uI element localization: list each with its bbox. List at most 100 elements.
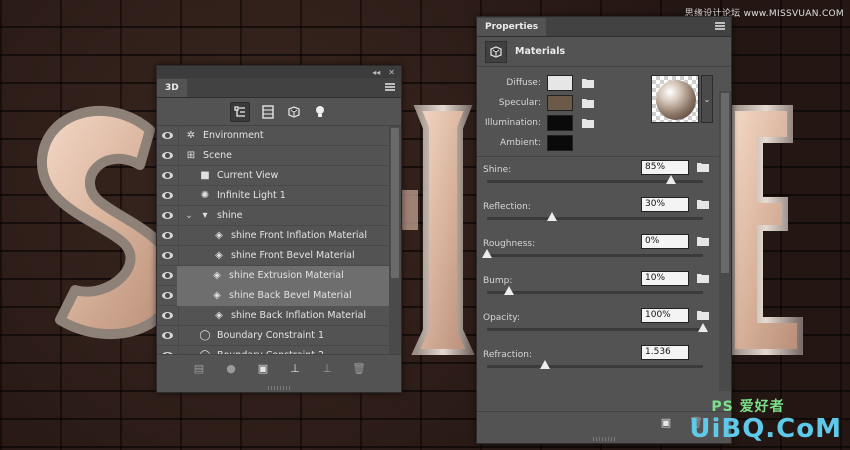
close-panel-icon[interactable]: ✕ xyxy=(388,68,395,77)
property-value-input[interactable]: 10% xyxy=(641,271,689,286)
folder-icon[interactable] xyxy=(582,77,596,89)
scene-tree-item[interactable]: ◈ shine Front Bevel Material xyxy=(179,246,401,266)
slider-track[interactable] xyxy=(487,365,703,368)
slider-track[interactable] xyxy=(487,254,703,257)
folder-icon[interactable] xyxy=(697,199,709,212)
environment-icon: ✲ xyxy=(186,130,196,141)
properties-menu-icon[interactable] xyxy=(715,22,725,30)
scene-tree-item[interactable]: ✲ Environment xyxy=(179,126,401,146)
light-filter-icon[interactable] xyxy=(312,104,328,120)
panel-3d-tabbar: 3D xyxy=(157,78,401,98)
scene-tree-row[interactable]: ◯ Boundary Constraint 1 xyxy=(157,325,401,346)
slider-handle[interactable] xyxy=(546,212,557,221)
visibility-toggle[interactable] xyxy=(157,345,179,354)
property-value-input[interactable]: 1.536 xyxy=(641,345,689,360)
scrollbar-thumb[interactable] xyxy=(721,93,729,273)
add-constraint-icon[interactable]: ⊥ xyxy=(288,362,302,376)
scene-tree-row[interactable]: ◈ shine Back Inflation Material xyxy=(157,305,401,326)
material-icon-footer[interactable]: ▣ xyxy=(256,362,270,376)
scene-tree-item[interactable]: ◈ shine Extrusion Material xyxy=(177,265,401,286)
scene-tree-row[interactable]: ◈ shine Front Bevel Material xyxy=(157,245,401,266)
panel-menu-icon[interactable] xyxy=(385,83,395,91)
slider-track[interactable] xyxy=(487,217,703,220)
visibility-toggle[interactable] xyxy=(157,325,179,346)
property-value-input[interactable]: 30% xyxy=(641,197,689,212)
property-value-input[interactable]: 100% xyxy=(641,308,689,323)
scene-tree-item[interactable]: ◈ shine Back Inflation Material xyxy=(179,306,401,326)
add-light-icon[interactable]: ● xyxy=(224,362,238,376)
visibility-toggle[interactable] xyxy=(157,245,179,266)
scene-tree-scrollbar[interactable] xyxy=(389,126,401,354)
scene-tree-item[interactable]: ⌄ ▾ shine xyxy=(179,206,401,226)
scene-tree-row[interactable]: ◈ shine Front Inflation Material xyxy=(157,225,401,246)
color-swatch[interactable] xyxy=(547,135,573,151)
slider-handle[interactable] xyxy=(698,323,708,332)
scene-tree-row[interactable]: ◈ shine Extrusion Material xyxy=(157,265,401,286)
scene-tree-item[interactable]: ◈ shine Back Bevel Material xyxy=(177,285,401,306)
visibility-toggle[interactable] xyxy=(157,185,179,206)
color-swatch[interactable] xyxy=(547,95,573,111)
scene-tree-item[interactable]: ◈ shine Front Inflation Material xyxy=(179,226,401,246)
folder-icon[interactable] xyxy=(697,236,709,249)
mesh-filter-icon[interactable] xyxy=(260,104,276,120)
visibility-toggle[interactable] xyxy=(157,126,179,146)
slider-handle[interactable] xyxy=(503,286,514,295)
scene-tree-row[interactable]: ◈ shine Back Bevel Material xyxy=(157,285,401,306)
slider-handle[interactable] xyxy=(665,175,676,184)
expand-chevron-icon[interactable]: ⌄ xyxy=(185,210,197,221)
visibility-toggle[interactable] xyxy=(157,285,179,306)
slider-handle[interactable] xyxy=(539,360,550,369)
tab-properties[interactable]: Properties xyxy=(477,18,547,36)
scene-tree-item[interactable]: ■ Current View xyxy=(179,166,401,186)
scene-tree-item[interactable]: ✺ Infinite Light 1 xyxy=(179,186,401,206)
visibility-toggle[interactable] xyxy=(157,225,179,246)
chevron-down-icon[interactable]: ⌄ xyxy=(701,75,713,123)
remove-constraint-icon[interactable]: ⊥ xyxy=(320,362,334,376)
scene-tree-item[interactable]: ⊞ Scene xyxy=(179,146,401,166)
constraint-icon: ◯ xyxy=(199,330,211,341)
material-preview[interactable] xyxy=(651,75,699,123)
swatch-label: Diffuse: xyxy=(506,78,541,88)
color-swatch[interactable] xyxy=(547,115,573,131)
scene-tree-row[interactable]: ✺ Infinite Light 1 xyxy=(157,185,401,206)
panel-3d-topbar: ◂◂ ✕ xyxy=(157,66,401,78)
scene-tree-row[interactable]: ⊞ Scene xyxy=(157,145,401,166)
properties-scrollbar[interactable] xyxy=(719,91,731,391)
new-material-icon[interactable]: ▣ xyxy=(659,416,673,430)
scene-tree-item[interactable]: ◯Boundary Constraint 2 xyxy=(179,346,401,354)
folder-icon[interactable] xyxy=(582,117,596,129)
scene-tree-row[interactable]: ✲ Environment xyxy=(157,126,401,146)
folder-icon[interactable] xyxy=(582,97,596,109)
visibility-toggle[interactable] xyxy=(157,265,179,286)
visibility-toggle[interactable] xyxy=(157,165,179,186)
resize-grip[interactable] xyxy=(268,386,290,390)
visibility-toggle[interactable] xyxy=(157,305,179,326)
slider-track[interactable] xyxy=(487,328,703,331)
eye-icon xyxy=(162,132,173,139)
property-label: Refraction: xyxy=(483,350,532,360)
scene-tree-row[interactable]: ⌄ ▾ shine xyxy=(157,205,401,226)
tab-3d[interactable]: 3D xyxy=(157,79,187,97)
add-mesh-icon[interactable]: ▤ xyxy=(192,362,206,376)
scene-filter-icon[interactable] xyxy=(230,101,250,122)
property-value-input[interactable]: 0% xyxy=(641,234,689,249)
scrollbar-thumb[interactable] xyxy=(391,128,399,278)
collapse-panel-icon[interactable]: ◂◂ xyxy=(372,68,380,77)
trash-icon[interactable]: 🗑 xyxy=(352,362,366,376)
material-icon: ◈ xyxy=(215,310,223,321)
visibility-toggle[interactable] xyxy=(157,205,179,226)
folder-icon[interactable] xyxy=(697,273,709,286)
scene-tree-item[interactable]: ◯ Boundary Constraint 1 xyxy=(179,326,401,346)
slider-handle[interactable] xyxy=(482,249,492,258)
property-value-input[interactable]: 85% xyxy=(641,160,689,175)
material-filter-icon[interactable] xyxy=(286,104,302,120)
3d-filter-toolbar xyxy=(157,98,401,126)
color-swatch[interactable] xyxy=(547,75,573,91)
scene-tree-row[interactable]: ■ Current View xyxy=(157,165,401,186)
folder-icon[interactable] xyxy=(697,162,709,175)
scene-tree-row[interactable]: ◯Boundary Constraint 2 xyxy=(157,345,401,354)
visibility-toggle[interactable] xyxy=(157,145,179,166)
resize-grip[interactable] xyxy=(593,437,615,441)
slider-track[interactable] xyxy=(487,291,703,294)
folder-icon[interactable] xyxy=(697,310,709,323)
